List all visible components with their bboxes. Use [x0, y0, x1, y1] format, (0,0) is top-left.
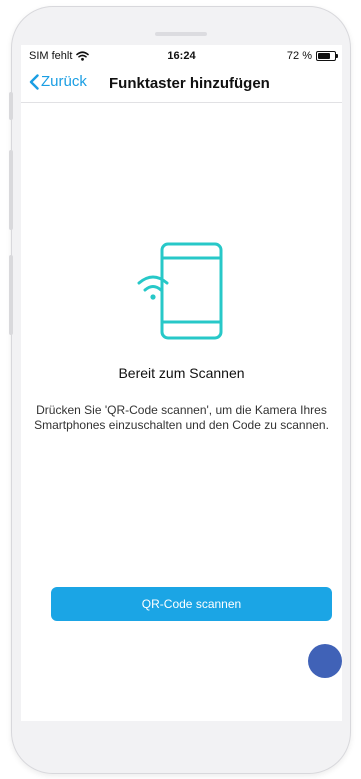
device-volume-down [9, 255, 13, 335]
instruction-text: Drücken Sie 'QR-Code scannen', um die Ka… [34, 403, 329, 432]
touch-indicator [308, 644, 342, 678]
battery-percent: 72 % [286, 50, 312, 62]
ready-heading: Bereit zum Scannen [118, 365, 245, 381]
chevron-left-icon [29, 73, 39, 90]
phone-wireless-icon [137, 242, 223, 340]
app-screen: SIM fehlt 16:24 72 % Zurück Funktaster h… [21, 45, 342, 721]
navigation-bar: Zurück Funktaster hinzufügen [21, 67, 342, 103]
back-button[interactable]: Zurück [29, 73, 87, 90]
scan-qr-label: QR-Code scannen [141, 597, 242, 611]
status-bar: SIM fehlt 16:24 72 % [21, 45, 342, 67]
battery-fill [318, 53, 330, 59]
device-volume-up [9, 150, 13, 230]
page-title: Funktaster hinzufügen [109, 75, 270, 92]
battery-icon [316, 51, 338, 61]
status-right: 72 % [286, 50, 338, 62]
back-label: Zurück [41, 73, 87, 90]
device-silent-switch [9, 92, 13, 120]
device-speaker [155, 32, 207, 36]
scan-qr-button[interactable]: QR-Code scannen [51, 587, 332, 621]
